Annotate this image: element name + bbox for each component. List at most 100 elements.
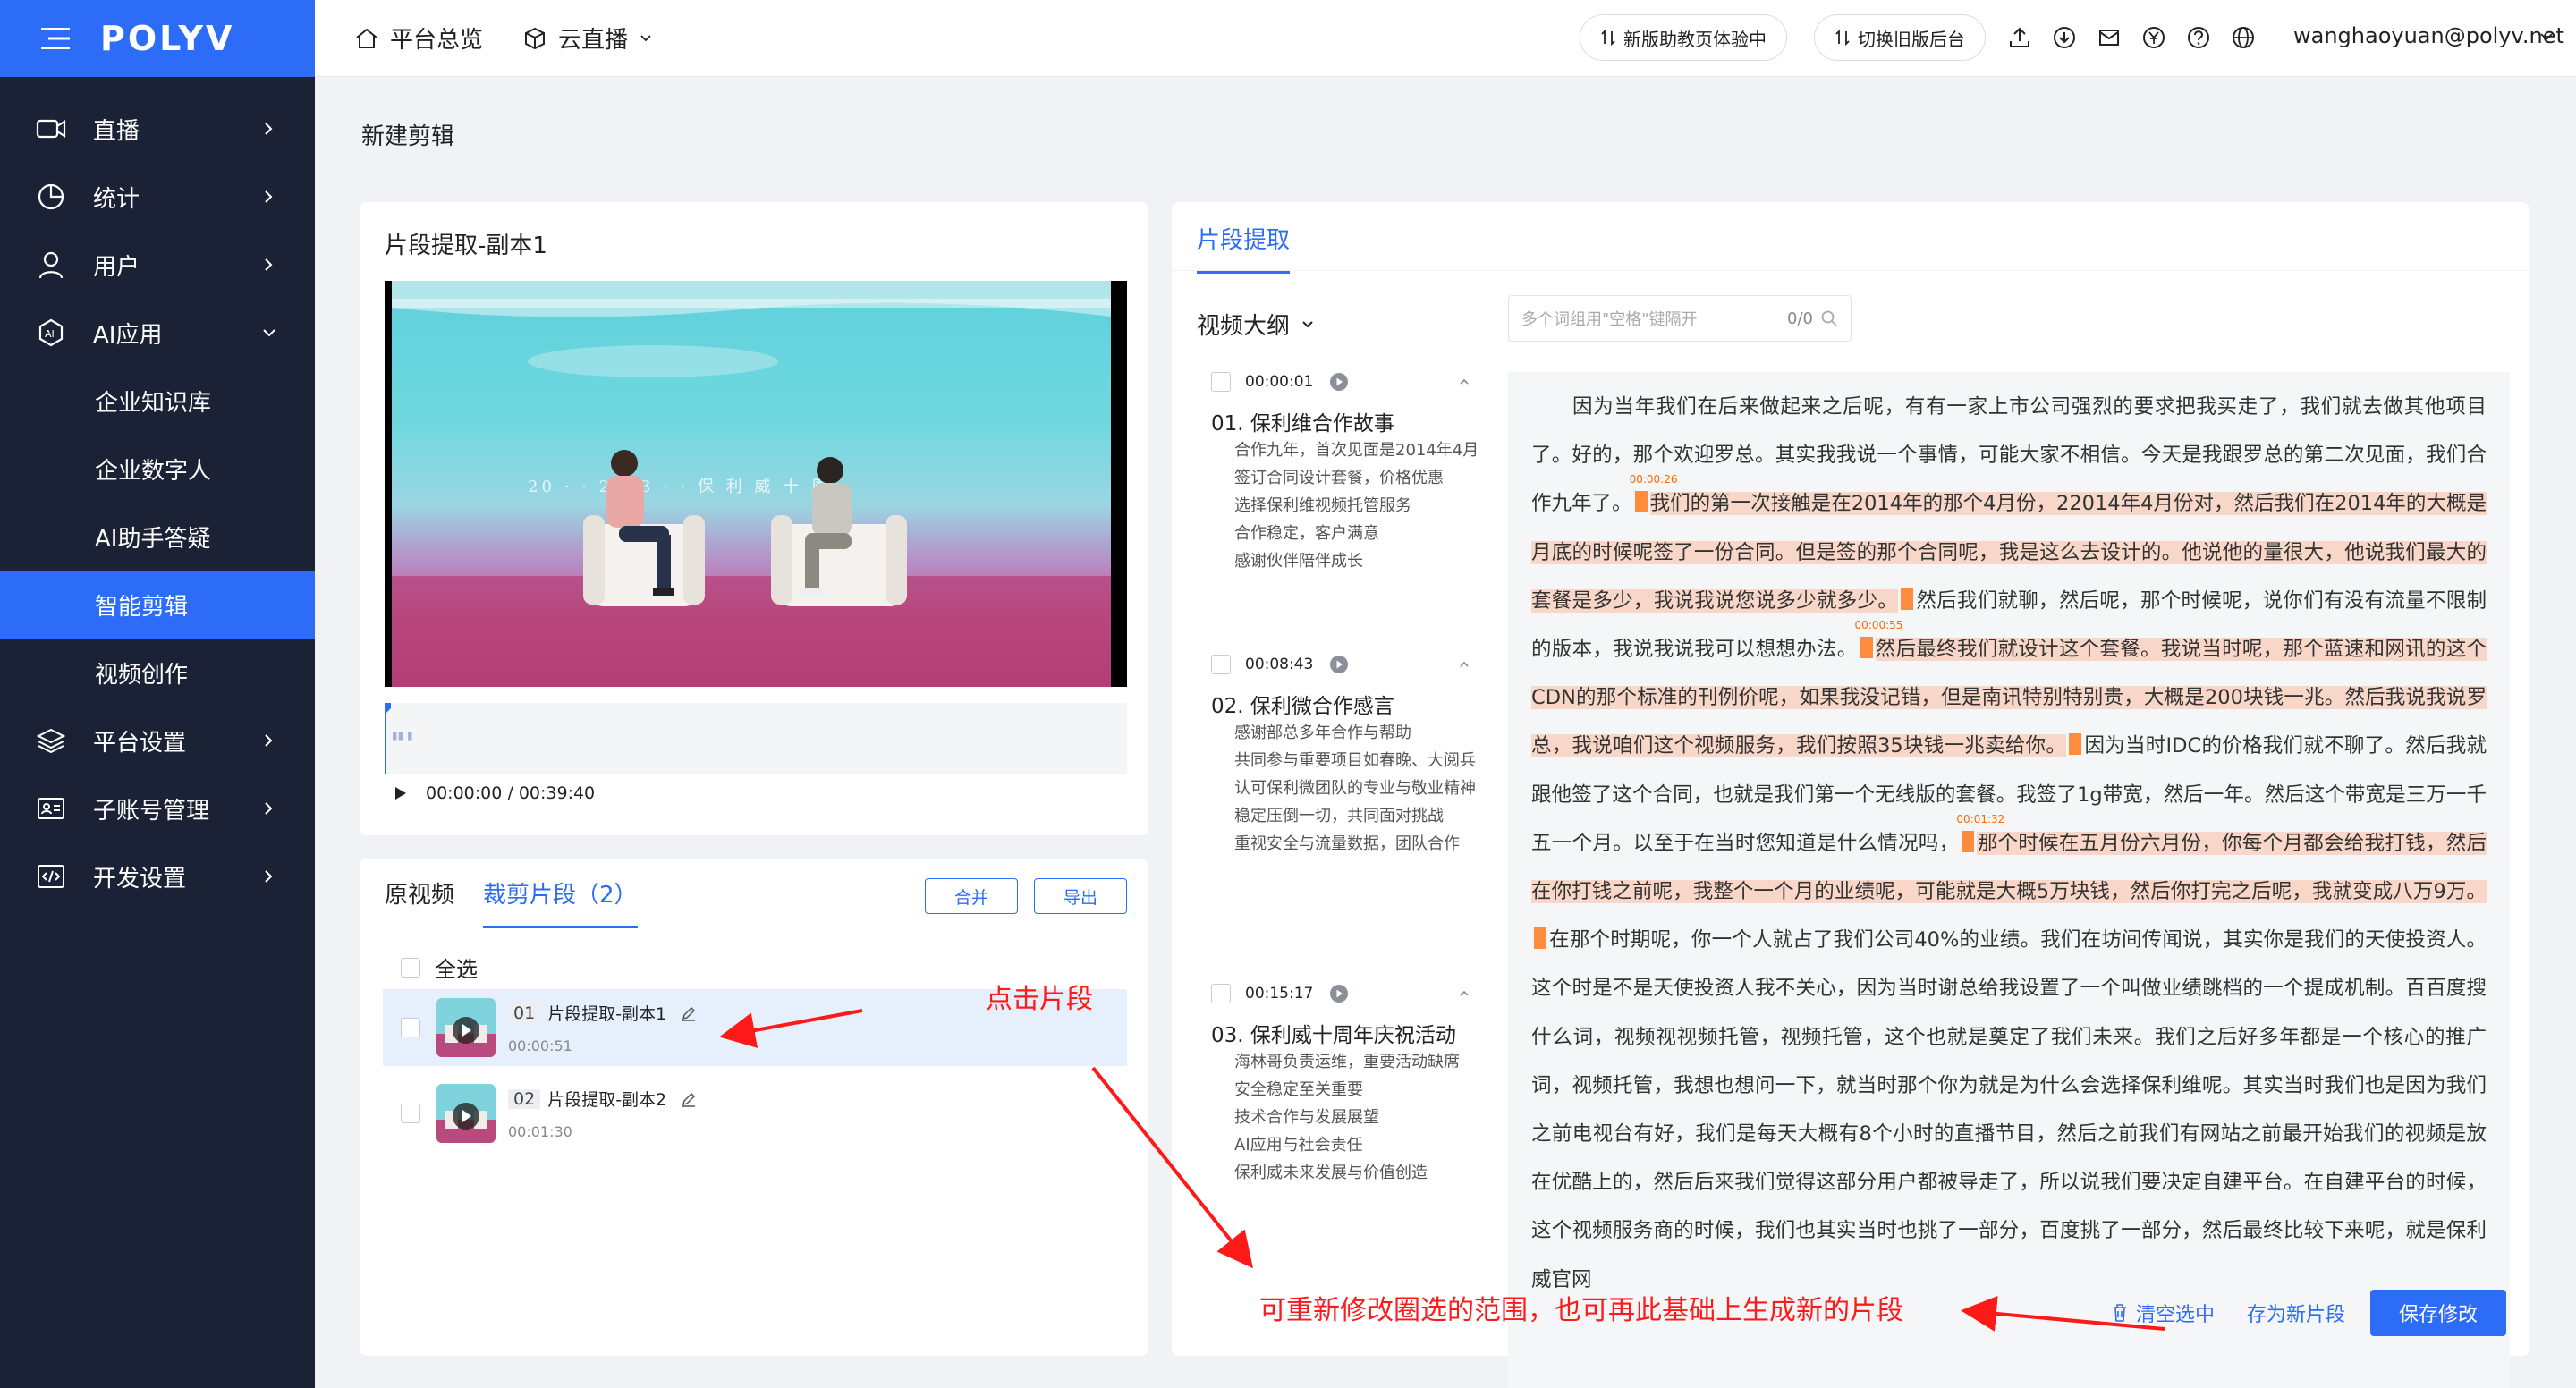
outline-checkbox[interactable] [1211, 655, 1231, 674]
select-all-label: 全选 [435, 957, 478, 982]
sidebar-item-ai[interactable]: AI AI应用 [0, 299, 315, 367]
clip-checkbox[interactable] [401, 1104, 420, 1123]
clip-item[interactable]: 02 片段提取-副本2 00:01:30 [383, 1075, 1127, 1152]
tab-clip-extract[interactable]: 片段提取 [1197, 222, 1291, 274]
clip-marker[interactable]: 00:01:32 [1956, 813, 2004, 852]
sidebar-menu: 直播 统计 用户 AI AI应用 企业知识库 企业数字人 AI助手答疑 智能剪辑… [0, 95, 315, 910]
sidebar-item-label: 直播 [93, 117, 140, 145]
outline-point: 安全稳定至关重要 [1234, 1080, 1363, 1099]
sidebar-item-dev-settings[interactable]: 开发设置 [0, 842, 315, 910]
logo: POLYV [100, 19, 235, 58]
sidebar-subitem-knowledge[interactable]: 企业知识库 [0, 367, 315, 435]
sidebar-item-stats[interactable]: 统计 [0, 163, 315, 231]
clip-marker[interactable] [2069, 733, 2082, 756]
sidebar-subitem-smart-clip[interactable]: 智能剪辑 [0, 571, 315, 639]
sidebar-item-subaccounts[interactable]: 子账号管理 [0, 774, 315, 842]
nav-cloud-live[interactable]: 云直播 [522, 21, 664, 55]
outline-chapter-title[interactable]: 01. 保利维合作故事 [1211, 406, 1479, 436]
clip-marker[interactable] [1901, 588, 1914, 610]
sidebar-item-users[interactable]: 用户 [0, 231, 315, 299]
video-preview-card: 片段提取-副本1 20 · · 2023 · · 保 利 威 十 周 ▮▮ ▮ … [360, 202, 1148, 835]
currency-icon[interactable] [2141, 25, 2168, 52]
outline-chapter-title[interactable]: 02. 保利微合作感言 [1211, 689, 1479, 719]
download-icon[interactable] [2052, 25, 2079, 52]
clip-number: 02 [508, 1088, 541, 1109]
sidebar-item-label: 开发设置 [93, 865, 187, 893]
tab-divider [1172, 270, 2529, 271]
hamburger-icon[interactable] [41, 27, 72, 50]
nav-home[interactable]: 平台总览 [354, 21, 483, 55]
outline-point: 海林哥负责运维，重要活动缺席 [1234, 1053, 1460, 1071]
chevron-down-icon[interactable] [2538, 29, 2565, 55]
clear-selection-button[interactable]: 清空选中 [2111, 1299, 2215, 1327]
outline-point: AI应用与社会责任 [1234, 1136, 1363, 1155]
layers-icon [36, 725, 66, 756]
outline-checkbox[interactable] [1211, 984, 1231, 1003]
edit-icon[interactable] [681, 1091, 697, 1107]
clips-card: 原视频 裁剪片段（2） 合并 导出 全选 01 片段提取-副本1 00:00:51… [360, 859, 1148, 1356]
video-player[interactable]: 20 · · 2023 · · 保 利 威 十 周 [385, 281, 1127, 687]
user-email[interactable]: wanghaoyuan@polyv.net [2293, 23, 2564, 48]
transcript-text-area[interactable]: 因为当年我们在后来做起来之后呢，有有一家上市公司强烈的要求把我买走了，我们就去做… [1508, 372, 2510, 1388]
chevron-right-icon [261, 800, 275, 817]
sidebar-item-label: 用户 [93, 253, 140, 281]
globe-icon[interactable] [2231, 25, 2258, 52]
clip-name: 片段提取-副本2 [547, 1090, 667, 1110]
page-title: 新建剪辑 [361, 123, 455, 150]
play-circle-icon[interactable] [1329, 984, 1349, 1003]
save-changes-button[interactable]: 保存修改 [2370, 1290, 2506, 1336]
sidebar-item-label: 统计 [93, 185, 140, 213]
edit-icon[interactable] [681, 1005, 697, 1021]
sidebar-subitem-video-create[interactable]: 视频创作 [0, 639, 315, 707]
annotation-modify-range: 可重新修改圈选的范围，也可再此基础上生成新的片段 [1259, 1295, 1903, 1326]
search-icon[interactable] [1820, 309, 1838, 327]
clip-marker[interactable] [1534, 927, 1546, 950]
upload-icon[interactable] [2007, 25, 2034, 52]
outline-point: 感谢伙伴陪伴成长 [1234, 552, 1363, 571]
help-icon[interactable] [2186, 25, 2213, 52]
player-controls: 00:00:00 / 00:39:40 [394, 783, 595, 803]
sidebar-item-label: 子账号管理 [93, 797, 210, 825]
switch-old-button[interactable]: 切换旧版后台 [1814, 14, 1986, 61]
clip-thumbnail[interactable] [436, 1084, 496, 1143]
clip-checkbox[interactable] [401, 1018, 420, 1037]
outline-title: 视频大纲 [1197, 313, 1291, 340]
clip-marker[interactable]: 00:00:26 [1630, 473, 1678, 513]
select-all[interactable]: 全选 [401, 952, 478, 983]
sidebar-item-platform-settings[interactable]: 平台设置 [0, 707, 315, 774]
sidebar-subitem-ai-assistant[interactable]: AI助手答疑 [0, 503, 315, 571]
mail-icon[interactable] [2097, 25, 2123, 52]
trash-icon [2111, 1303, 2136, 1323]
chevron-right-icon [261, 732, 275, 749]
clip-duration: 00:00:51 [508, 1037, 572, 1054]
merge-button[interactable]: 合并 [925, 878, 1018, 914]
video-camera-icon [36, 114, 66, 144]
logo-bar: POLYV [0, 0, 315, 77]
clip-marker[interactable]: 00:00:55 [1855, 619, 1902, 659]
id-card-icon [36, 793, 66, 824]
save-as-new-clip-button[interactable]: 存为新片段 [2247, 1299, 2345, 1327]
outline-dropdown[interactable]: 视频大纲 [1197, 308, 1315, 341]
tab-clips[interactable]: 裁剪片段（2） [483, 876, 638, 928]
new-assistant-button[interactable]: 新版助教页体验中 [1580, 14, 1787, 61]
chevron-up-icon[interactable] [1458, 987, 1470, 1000]
play-time: 00:00:00 / 00:39:40 [426, 783, 596, 803]
search-input[interactable]: 多个词组用"空格"键隔开 0/0 [1508, 295, 1852, 342]
play-circle-icon[interactable] [1329, 655, 1349, 674]
select-all-checkbox[interactable] [401, 957, 420, 978]
play-circle-icon[interactable] [1329, 372, 1349, 392]
svg-text:▮▮ ▮: ▮▮ ▮ [392, 729, 413, 741]
chevron-up-icon[interactable] [1458, 376, 1470, 388]
export-button[interactable]: 导出 [1034, 878, 1127, 914]
sidebar-subitem-digital-human[interactable]: 企业数字人 [0, 435, 315, 503]
clip-thumbnail[interactable] [436, 998, 496, 1057]
video-timeline[interactable]: ▮▮ ▮ [385, 703, 1127, 774]
outline-chapter-title[interactable]: 03. 保利威十周年庆祝活动 [1211, 1018, 1479, 1048]
play-icon[interactable] [394, 785, 408, 801]
chevron-up-icon[interactable] [1458, 658, 1470, 671]
sidebar-item-live[interactable]: 直播 [0, 95, 315, 163]
clear-selection-label: 清空选中 [2135, 1304, 2215, 1326]
tab-original-video[interactable]: 原视频 [385, 876, 454, 928]
outline-checkbox[interactable] [1211, 372, 1231, 392]
chevron-down-icon [639, 31, 664, 46]
